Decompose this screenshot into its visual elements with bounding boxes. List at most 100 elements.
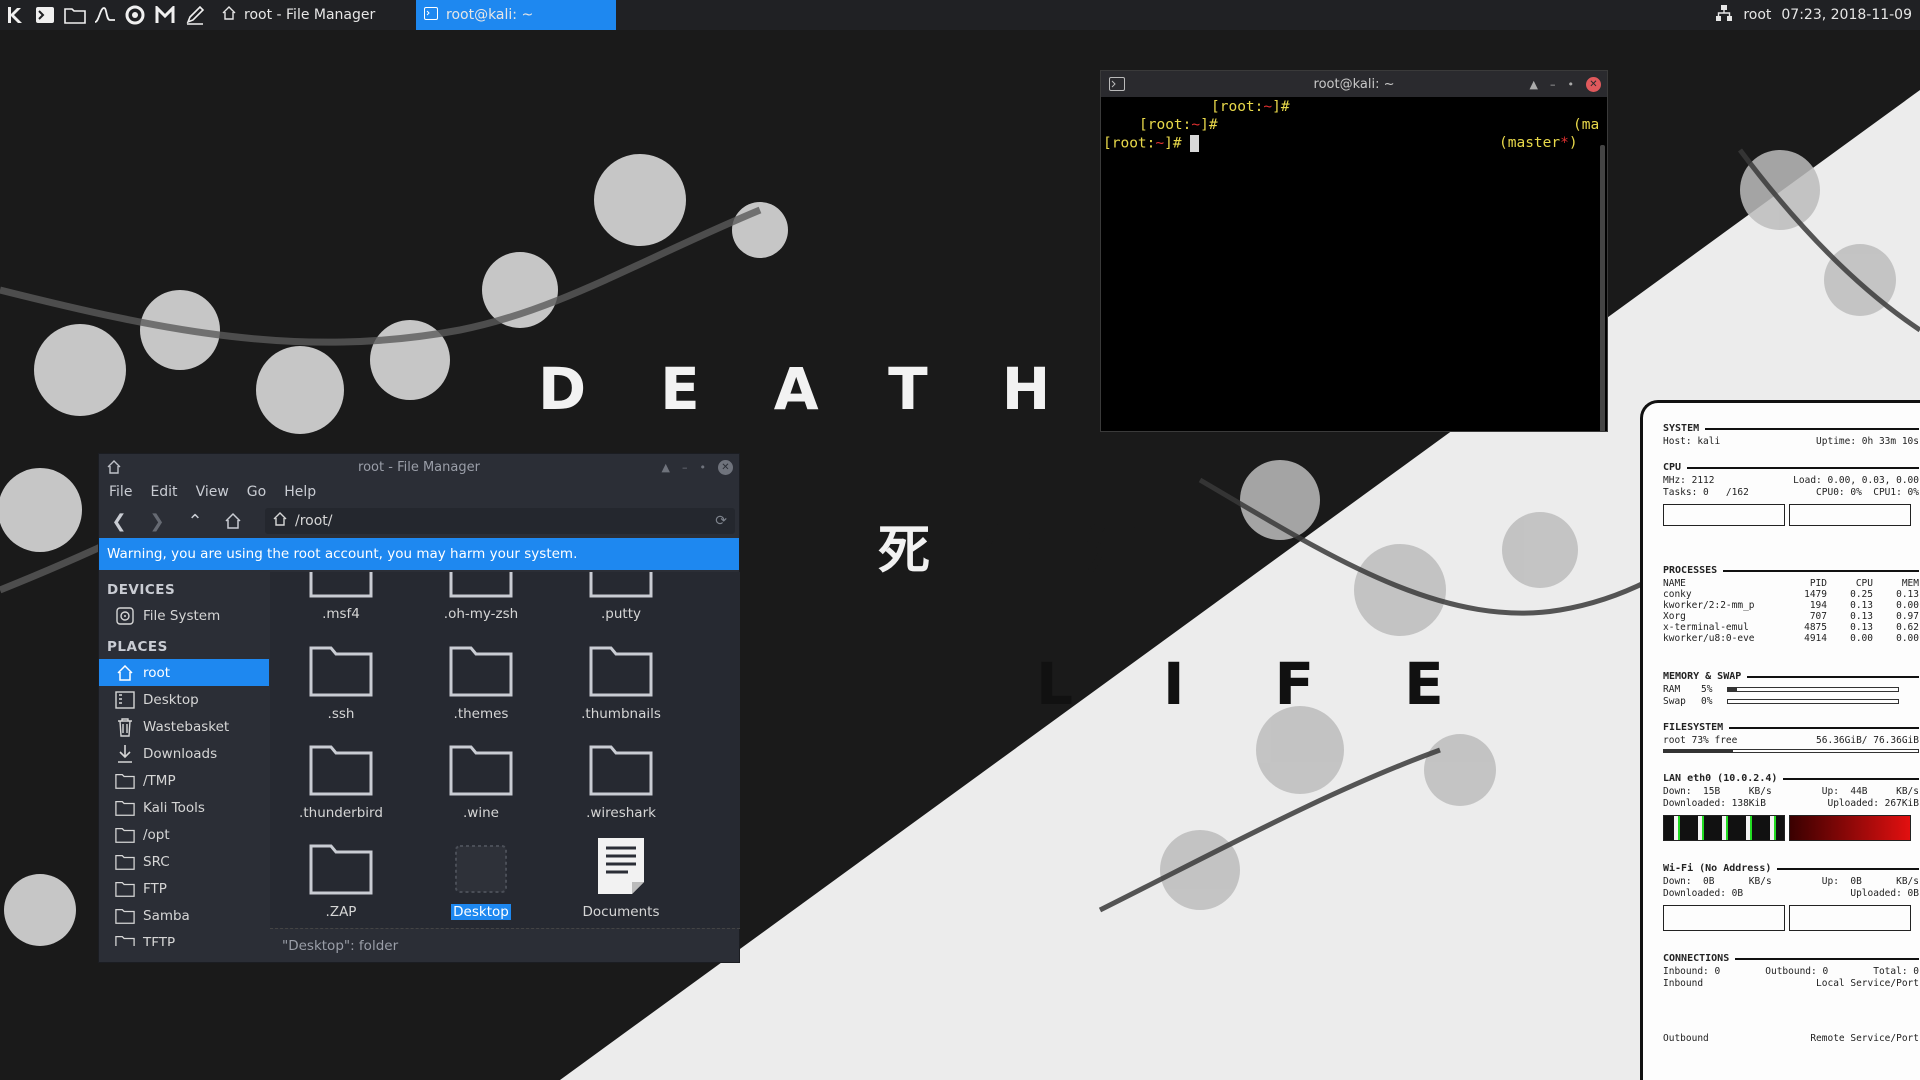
file-item-putty[interactable]: .putty [561, 572, 681, 622]
process-name: Xorg [1663, 611, 1686, 622]
sidebar-item-tftp[interactable]: TFTP [99, 929, 269, 946]
home-button[interactable] [221, 509, 245, 533]
tray-user[interactable]: root [1743, 7, 1771, 23]
file-item-themes[interactable]: .themes [421, 642, 541, 722]
folder-icon [449, 745, 513, 796]
file-item-ssh[interactable]: .ssh [281, 642, 401, 722]
conky-cpu-usage: CPU0: 0% CPU1: 0% [1816, 487, 1919, 498]
conky-system-heading: SYSTEM [1663, 423, 1919, 434]
terminal-body[interactable]: [root:~]# [root:~]# (ma [root:~]# (maste… [1101, 97, 1607, 431]
kali-menu-icon[interactable] [0, 0, 30, 30]
terminal-cursor [1190, 135, 1200, 152]
file-item-label: .themes [453, 706, 509, 722]
conky-swap-pct: 0% [1701, 696, 1713, 707]
sidebar-item-tmp[interactable]: /TMP [99, 767, 269, 794]
folder-icon [589, 646, 653, 697]
menu-go[interactable]: Go [247, 484, 266, 500]
table-row: kworker/2:2-mm_p 194 0.13 0.00 [1663, 600, 1919, 611]
file-manager-titlebar[interactable]: root - File Manager ▲ – • ✕ [99, 454, 739, 480]
sidebar-item-label: FTP [143, 880, 167, 897]
file-item-oh-my-zsh[interactable]: .oh-my-zsh [421, 572, 541, 622]
conky-wifi-down: Down: 0B KB/s [1663, 876, 1772, 887]
file-item-msf4[interactable]: .msf4 [281, 572, 401, 622]
gmail-icon[interactable] [150, 0, 180, 30]
sticky-button[interactable]: ▲ [1530, 78, 1538, 91]
close-button[interactable]: ✕ [718, 459, 733, 475]
sidebar-item-ftp[interactable]: FTP [99, 875, 269, 902]
file-item-wireshark[interactable]: .wireshark [561, 741, 681, 821]
taskbar-file-manager[interactable]: root - File Manager [214, 0, 410, 30]
forward-button[interactable]: ❯ [145, 509, 169, 533]
sticky-button[interactable]: ▲ [662, 461, 670, 474]
file-item-documents[interactable]: Documents [561, 836, 681, 920]
desktop-folder-icon [455, 845, 507, 893]
prompt-close: ]# [1164, 135, 1182, 152]
minimize-button[interactable]: – [682, 461, 688, 474]
git-branch-indicator: (master*) [1499, 135, 1578, 151]
sidebar-item-file-system[interactable]: File System [99, 602, 269, 629]
conky-system-row: Host: kali Uptime: 0h 33m 10s [1663, 436, 1919, 447]
desktop-icon [115, 690, 135, 710]
files-icon[interactable] [60, 0, 90, 30]
cpu1-graph [1789, 504, 1911, 526]
sidebar-item-wastebasket[interactable]: Wastebasket [99, 713, 269, 740]
conky-cpu-row: MHz: 2112 Load: 0.00, 0.03, 0.00 [1663, 475, 1919, 486]
file-item-wine[interactable]: .wine [421, 741, 541, 821]
editor-icon[interactable] [180, 0, 210, 30]
wallpaper-kanji-death: 死 [878, 521, 983, 581]
file-item-thunderbird[interactable]: .thunderbird [281, 741, 401, 821]
sidebar-item-samba[interactable]: Samba [99, 902, 269, 929]
folder-icon [115, 879, 135, 899]
conky-memory-heading: MEMORY & SWAP [1663, 671, 1919, 682]
firefox-icon[interactable] [120, 0, 150, 30]
reload-icon[interactable]: ⟳ [715, 513, 727, 529]
audio-icon[interactable] [90, 0, 120, 30]
sidebar-item-downloads[interactable]: Downloads [99, 740, 269, 767]
sidebar-item-kali-tools[interactable]: Kali Tools [99, 794, 269, 821]
folder-icon [309, 745, 373, 796]
file-manager-window[interactable]: root - File Manager ▲ – • ✕ File Edit Vi… [98, 453, 740, 963]
process-mem: 0.97 [1896, 611, 1919, 622]
minimize-button[interactable]: – [1550, 78, 1556, 91]
conky-load: Load: 0.00, 0.03, 0.00 [1793, 475, 1919, 486]
file-item-label: .ssh [327, 706, 355, 722]
conky-wifi-heading: Wi-Fi (No Address) [1663, 863, 1919, 874]
cpu0-graph [1663, 504, 1785, 526]
sidebar: DEVICES File System PLACES root Desktop … [99, 572, 269, 946]
terminal-icon[interactable] [30, 0, 60, 30]
terminal-scrollbar[interactable] [1600, 145, 1605, 431]
menu-view[interactable]: View [196, 484, 229, 500]
terminal-titlebar[interactable]: root@kali: ~ ▲ – • ✕ [1101, 71, 1607, 97]
wifi-download-graph [1663, 905, 1785, 931]
file-item-desktop[interactable]: Desktop [421, 840, 541, 920]
prompt-close: ]# [1272, 99, 1290, 115]
taskbar-terminal[interactable]: root@kali: ~ [416, 0, 616, 30]
sidebar-item-opt[interactable]: /opt [99, 821, 269, 848]
conky-lan-row: Down: 15B KB/s Up: 44B KB/s [1663, 786, 1919, 797]
terminal-window[interactable]: root@kali: ~ ▲ – • ✕ [root:~]# [root:~]#… [1100, 70, 1608, 432]
location-bar[interactable]: /root/ ⟳ [265, 508, 735, 534]
sidebar-item-desktop[interactable]: Desktop [99, 686, 269, 713]
folder-icon [115, 852, 135, 872]
network-icon[interactable] [1715, 4, 1733, 26]
close-button[interactable]: ✕ [1586, 76, 1601, 92]
menu-file[interactable]: File [109, 484, 132, 500]
download-icon [115, 744, 135, 764]
git-dirty-star: * [1560, 135, 1569, 151]
file-item-zap[interactable]: .ZAP [281, 840, 401, 920]
sidebar-item-src[interactable]: SRC [99, 848, 269, 875]
sidebar-item-root[interactable]: root [99, 659, 269, 686]
back-button[interactable]: ❮ [107, 509, 131, 533]
menu-help[interactable]: Help [284, 484, 316, 500]
tray-clock[interactable]: 07:23, 2018-11-09 [1781, 7, 1912, 23]
folder-icon [449, 646, 513, 697]
conky-ram-label: RAM [1663, 684, 1681, 695]
prompt-user: root [1147, 117, 1183, 133]
file-item-thumbnails[interactable]: .thumbnails [561, 642, 681, 722]
parent-folder-button[interactable]: ⌃ [183, 509, 207, 533]
menu-edit[interactable]: Edit [150, 484, 177, 500]
conky-wifi-row: Downloaded: 0B Uploaded: 0B [1663, 888, 1919, 899]
maximize-button[interactable]: • [700, 461, 707, 474]
conky-lan-downloaded: Downloaded: 138KiB [1663, 798, 1766, 809]
maximize-button[interactable]: • [1568, 78, 1575, 91]
